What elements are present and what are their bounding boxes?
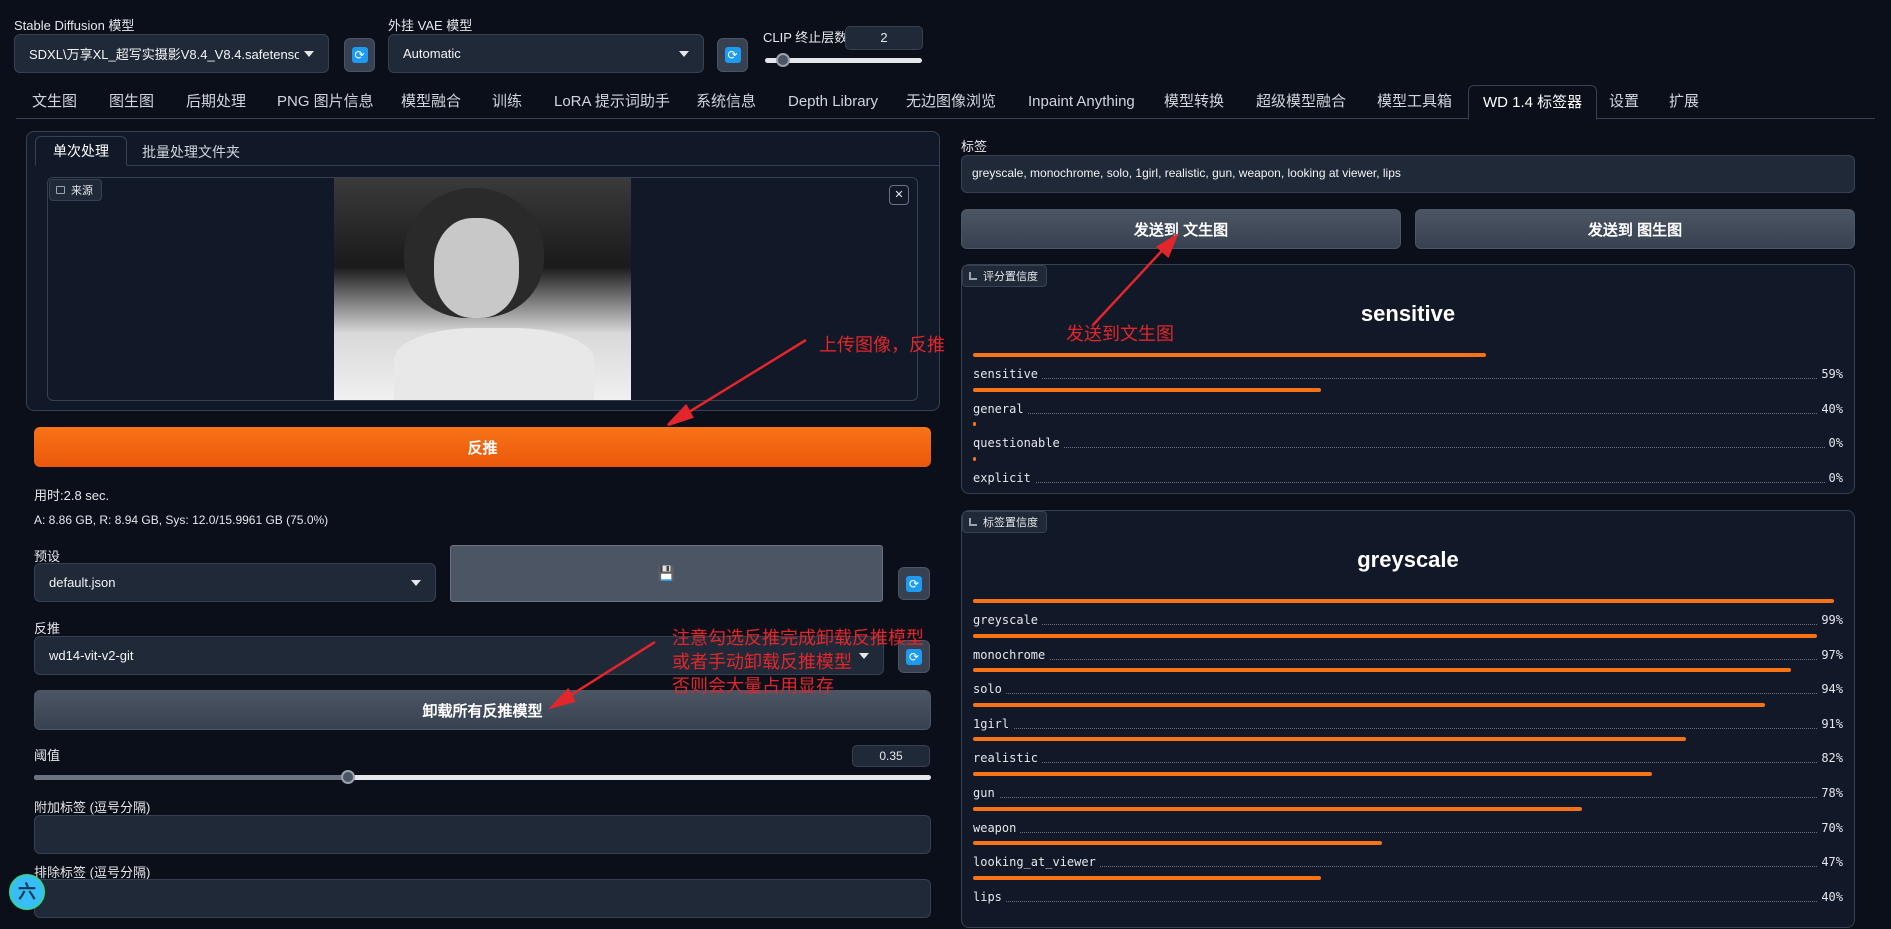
note-arrow-line: [559, 640, 656, 704]
annotation-upload: 上传图像，反推: [819, 335, 945, 356]
send-arrow-line: [1092, 241, 1171, 326]
note-arrow-head: [548, 687, 576, 710]
upload-arrow-head: [667, 403, 694, 427]
annotation-note-line1: 注意勾选反推完成卸载反推模型: [672, 628, 924, 649]
annotation-note-line3: 否则会大量占用显存: [672, 676, 834, 697]
annotation-send: 发送到文生图: [1066, 324, 1174, 345]
upload-arrow-line: [675, 338, 807, 422]
annotation-arrows: [548, 232, 1179, 710]
annotation-note-line2: 或者手动卸载反推模型: [672, 652, 852, 673]
